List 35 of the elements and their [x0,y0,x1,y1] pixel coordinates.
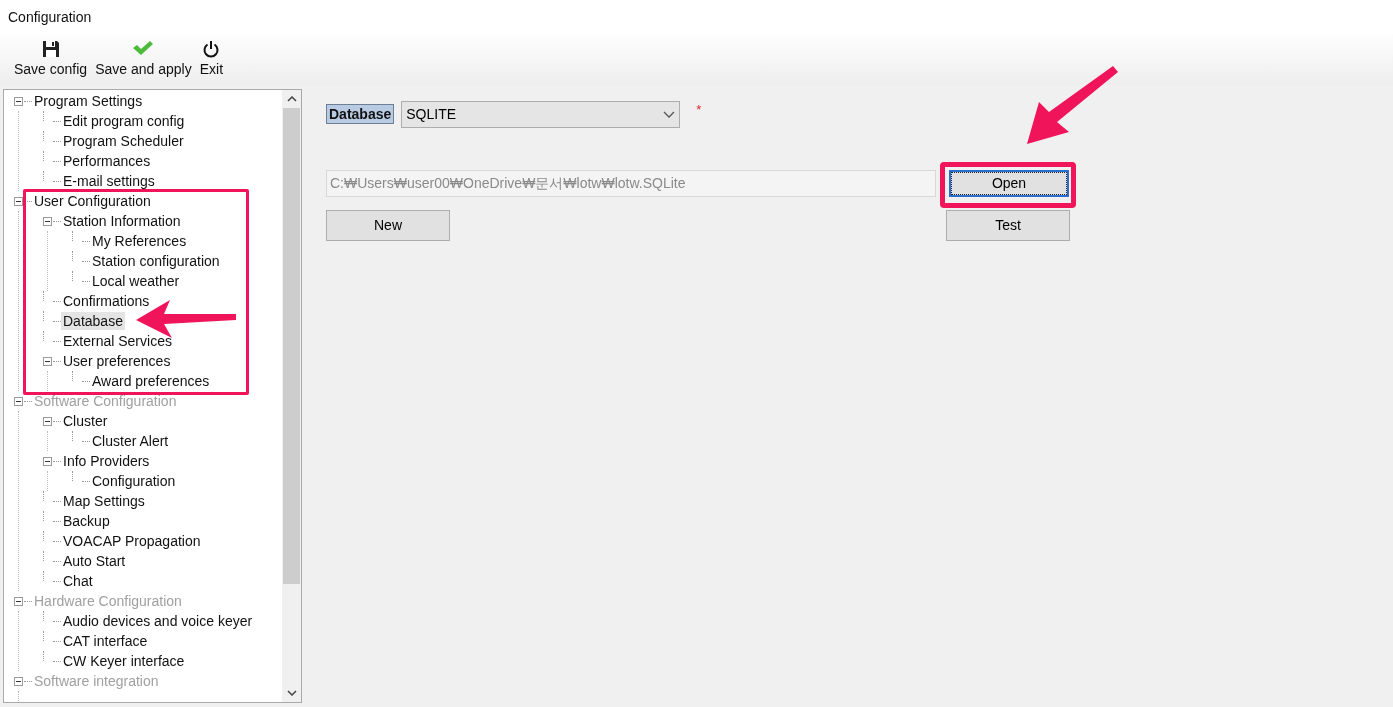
tree-item[interactable]: Local weather [90,272,182,290]
tree-item[interactable]: User Configuration [32,192,153,210]
tree-item[interactable]: Edit program config [61,112,187,130]
open-button[interactable]: Open [949,170,1069,197]
required-mark: * [696,101,702,119]
tree-item[interactable]: Program Settings [32,92,145,110]
toolbar-button[interactable]: Exit [199,40,224,80]
tree-item[interactable]: E-mail settings [61,172,157,190]
scroll-up-icon[interactable] [286,96,297,102]
tree-item[interactable]: Station Information [61,212,183,230]
toolbar-button[interactable]: Save and apply [95,40,192,80]
chevron-down-icon [663,110,676,119]
collapse-icon[interactable] [14,196,23,206]
window-title: Configuration [8,8,92,27]
new-button[interactable]: New [326,210,450,241]
collapse-icon[interactable] [43,356,52,366]
collapse-icon[interactable] [43,216,52,226]
toolbar-button[interactable]: Save config [14,40,88,80]
checkmark-icon [132,40,155,56]
database-type-dropdown[interactable]: SQLITE [401,101,681,128]
database-label: Database [326,104,395,124]
tree-item[interactable]: Station configuration [90,252,222,270]
tree-item[interactable]: Database [61,312,125,330]
scroll-down-icon[interactable] [286,690,297,696]
tree-item[interactable]: Program Scheduler [61,132,186,150]
tree-item[interactable]: Performances [61,152,153,170]
tree-item[interactable]: Confirmations [61,292,152,310]
collapse-icon[interactable] [14,96,23,106]
tree-item[interactable]: My References [90,232,189,250]
power-icon [202,40,221,58]
scrollbar[interactable] [282,90,301,702]
tree-item[interactable]: External Services [61,332,174,350]
tree-item[interactable]: User preferences [61,352,173,370]
tree-item[interactable]: Award preferences [90,372,212,390]
test-button[interactable]: Test [946,210,1070,241]
